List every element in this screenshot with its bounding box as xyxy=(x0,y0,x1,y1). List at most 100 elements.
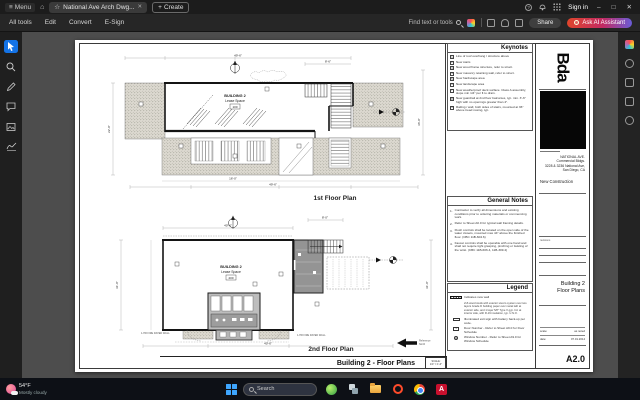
tab-title: National Ave Arch Dwg... xyxy=(63,4,134,11)
sheet-title: Building 2 Floor Plans xyxy=(557,281,585,295)
edit-menu[interactable]: Edit xyxy=(45,19,56,26)
date-field: date:07.01.2014 xyxy=(540,335,585,341)
hamburger-icon: ≡ xyxy=(9,4,13,11)
keynote-number: 6 xyxy=(450,83,454,87)
star-icon[interactable]: ☆ xyxy=(54,3,60,11)
keynotes-title: Keynotes xyxy=(448,44,532,53)
document-tab[interactable]: ☆ National Ave Arch Dwg... ✕ xyxy=(49,2,147,13)
legend-item-exit: Illuminated exit sign with battery back-… xyxy=(450,318,530,325)
attachments-panel-icon[interactable] xyxy=(625,97,634,106)
tab-close-icon[interactable]: ✕ xyxy=(138,4,143,10)
legend-title: Legend xyxy=(448,284,532,293)
create-label: Create xyxy=(164,4,184,11)
dim-label: 49'-6" xyxy=(234,54,242,58)
stamp-tool-button[interactable] xyxy=(4,120,18,133)
matchline-arrow-icon xyxy=(369,257,403,264)
pages-panel-icon[interactable] xyxy=(625,78,634,87)
general-notes-panel: General Notes 1.Contractor to verify all… xyxy=(447,196,533,282)
comments-panel-icon[interactable] xyxy=(625,59,634,68)
revision-cloud xyxy=(251,71,287,82)
select-tool-button[interactable] xyxy=(4,40,18,53)
weather-desc: Mostly cloudy xyxy=(19,390,47,395)
stair-flight xyxy=(331,84,351,128)
keynote-item: 4New masonry retaining wall, refer to st… xyxy=(450,72,530,76)
keynote-number: 7 xyxy=(450,89,454,93)
print-icon[interactable] xyxy=(515,19,523,27)
dim-label: 8'-6" xyxy=(325,60,331,64)
wall-note: 1-HR FIRE RATED WALL xyxy=(141,332,170,335)
cloud-save-icon[interactable] xyxy=(501,19,509,27)
find-tools-button[interactable]: Find text or tools xyxy=(408,20,460,26)
windows-taskbar: 54°F Mostly cloudy Search A SAN DIEGO 9:… xyxy=(0,378,640,400)
share-button[interactable]: Share xyxy=(529,18,561,28)
keynote-text: New guardrail at 2nd floor balconies, ty… xyxy=(456,97,530,104)
title-block: Bda NATIONAL AVE. Commercial Bldgs. 3228… xyxy=(535,43,589,369)
keynote-item: 5New hardscape area xyxy=(450,77,530,81)
keynote-number: 2 xyxy=(450,61,454,65)
file-explorer-icon[interactable] xyxy=(369,383,382,396)
esign-menu[interactable]: E-Sign xyxy=(105,19,125,26)
first-floor-plan-drawing: BUILDING 2 Lease Space 100 xyxy=(83,44,445,204)
general-note-item: 3.Flush controls shall be located on the… xyxy=(450,229,530,240)
keynote-number: 5 xyxy=(450,77,454,81)
all-tools-menu[interactable]: All tools xyxy=(9,19,32,26)
restroom-core xyxy=(208,293,260,340)
close-button[interactable]: ✕ xyxy=(625,3,634,11)
keynote-number: 3 xyxy=(450,66,454,70)
help-icon[interactable]: ? xyxy=(525,4,532,11)
legend-panel: Legend Indicates new wall 2x6 wood studs… xyxy=(447,283,533,351)
sheet-number: A2.0 xyxy=(566,354,585,364)
chrome-icon[interactable] xyxy=(413,383,426,396)
document-canvas[interactable]: BUILDING 2 Lease Space 100 xyxy=(22,32,618,378)
general-note-item: 1.Contractor to verify all dimensions an… xyxy=(450,209,530,220)
comment-tool-button[interactable] xyxy=(4,100,18,113)
keynote-number: 1 xyxy=(450,55,454,59)
sheet-page: BUILDING 2 Lease Space 100 xyxy=(75,40,593,372)
annotate-tool-button[interactable] xyxy=(4,80,18,93)
sign-in-button[interactable]: Sign in xyxy=(568,4,588,11)
firm-logo: Bda xyxy=(536,45,590,89)
find-label: Find text or tools xyxy=(408,20,452,26)
browser-icon[interactable] xyxy=(391,383,404,396)
dim-label: 40'-6" xyxy=(264,342,272,346)
legend-text: Indicates new wall xyxy=(464,296,489,300)
note-text: Refer to Sheet A0.0 for typical wall fra… xyxy=(455,222,524,226)
signature-tool-button[interactable] xyxy=(4,140,18,153)
legend-wall-detail: 2x6 wood studs with exterior stucco syst… xyxy=(464,302,528,315)
task-view-icon[interactable] xyxy=(347,383,360,396)
room-tag: 200 xyxy=(228,276,233,280)
convert-menu[interactable]: Convert xyxy=(69,19,92,26)
note-number: 2. xyxy=(450,222,453,226)
keynote-item: 2New stairs xyxy=(450,61,530,65)
more-panels-icon[interactable] xyxy=(625,116,634,125)
reference-north-arrow: Reference North xyxy=(397,339,431,348)
app-icon-widgets[interactable] xyxy=(325,383,338,396)
keynote-number: 4 xyxy=(450,72,454,76)
note-number: 1. xyxy=(450,209,453,213)
ai-assistant-panel-icon[interactable] xyxy=(625,40,634,49)
create-button[interactable]: + Create xyxy=(152,2,189,13)
menu-button[interactable]: ≡ Menu xyxy=(5,3,35,12)
home-icon[interactable]: ⌂ xyxy=(40,4,44,11)
building-label: BUILDING 2 xyxy=(220,265,242,269)
keynote-text: New stairs xyxy=(456,61,470,65)
titlebar-right: ? Sign in – □ ✕ xyxy=(525,3,640,11)
panels-icon[interactable] xyxy=(487,19,495,27)
keynote-item: 8New guardrail at 2nd floor balconies, t… xyxy=(450,97,530,104)
taskbar-search[interactable]: Search xyxy=(243,383,317,396)
plus-icon: + xyxy=(158,4,162,11)
apps-grid-icon[interactable] xyxy=(553,3,561,11)
building-label: BUILDING 2 xyxy=(224,94,246,98)
wall-note: 1-HR FIRE RATED WALL xyxy=(297,334,326,337)
zoom-tool-button[interactable] xyxy=(4,60,18,73)
start-button[interactable] xyxy=(225,383,237,395)
maximize-button[interactable]: □ xyxy=(610,4,618,11)
legend-text: Door Number - Refer to Sheet A9.0 for Do… xyxy=(464,327,530,334)
minimize-button[interactable]: – xyxy=(595,4,603,11)
left-tool-rail xyxy=(0,32,22,378)
notifications-bell-icon[interactable] xyxy=(539,3,546,11)
ai-assistant-logo-icon[interactable] xyxy=(467,19,475,27)
weather-widget[interactable]: 54°F Mostly cloudy xyxy=(0,383,225,395)
acrobat-icon[interactable]: A xyxy=(435,383,448,396)
ask-ai-assistant-button[interactable]: Ask AI Assistant xyxy=(567,18,632,28)
